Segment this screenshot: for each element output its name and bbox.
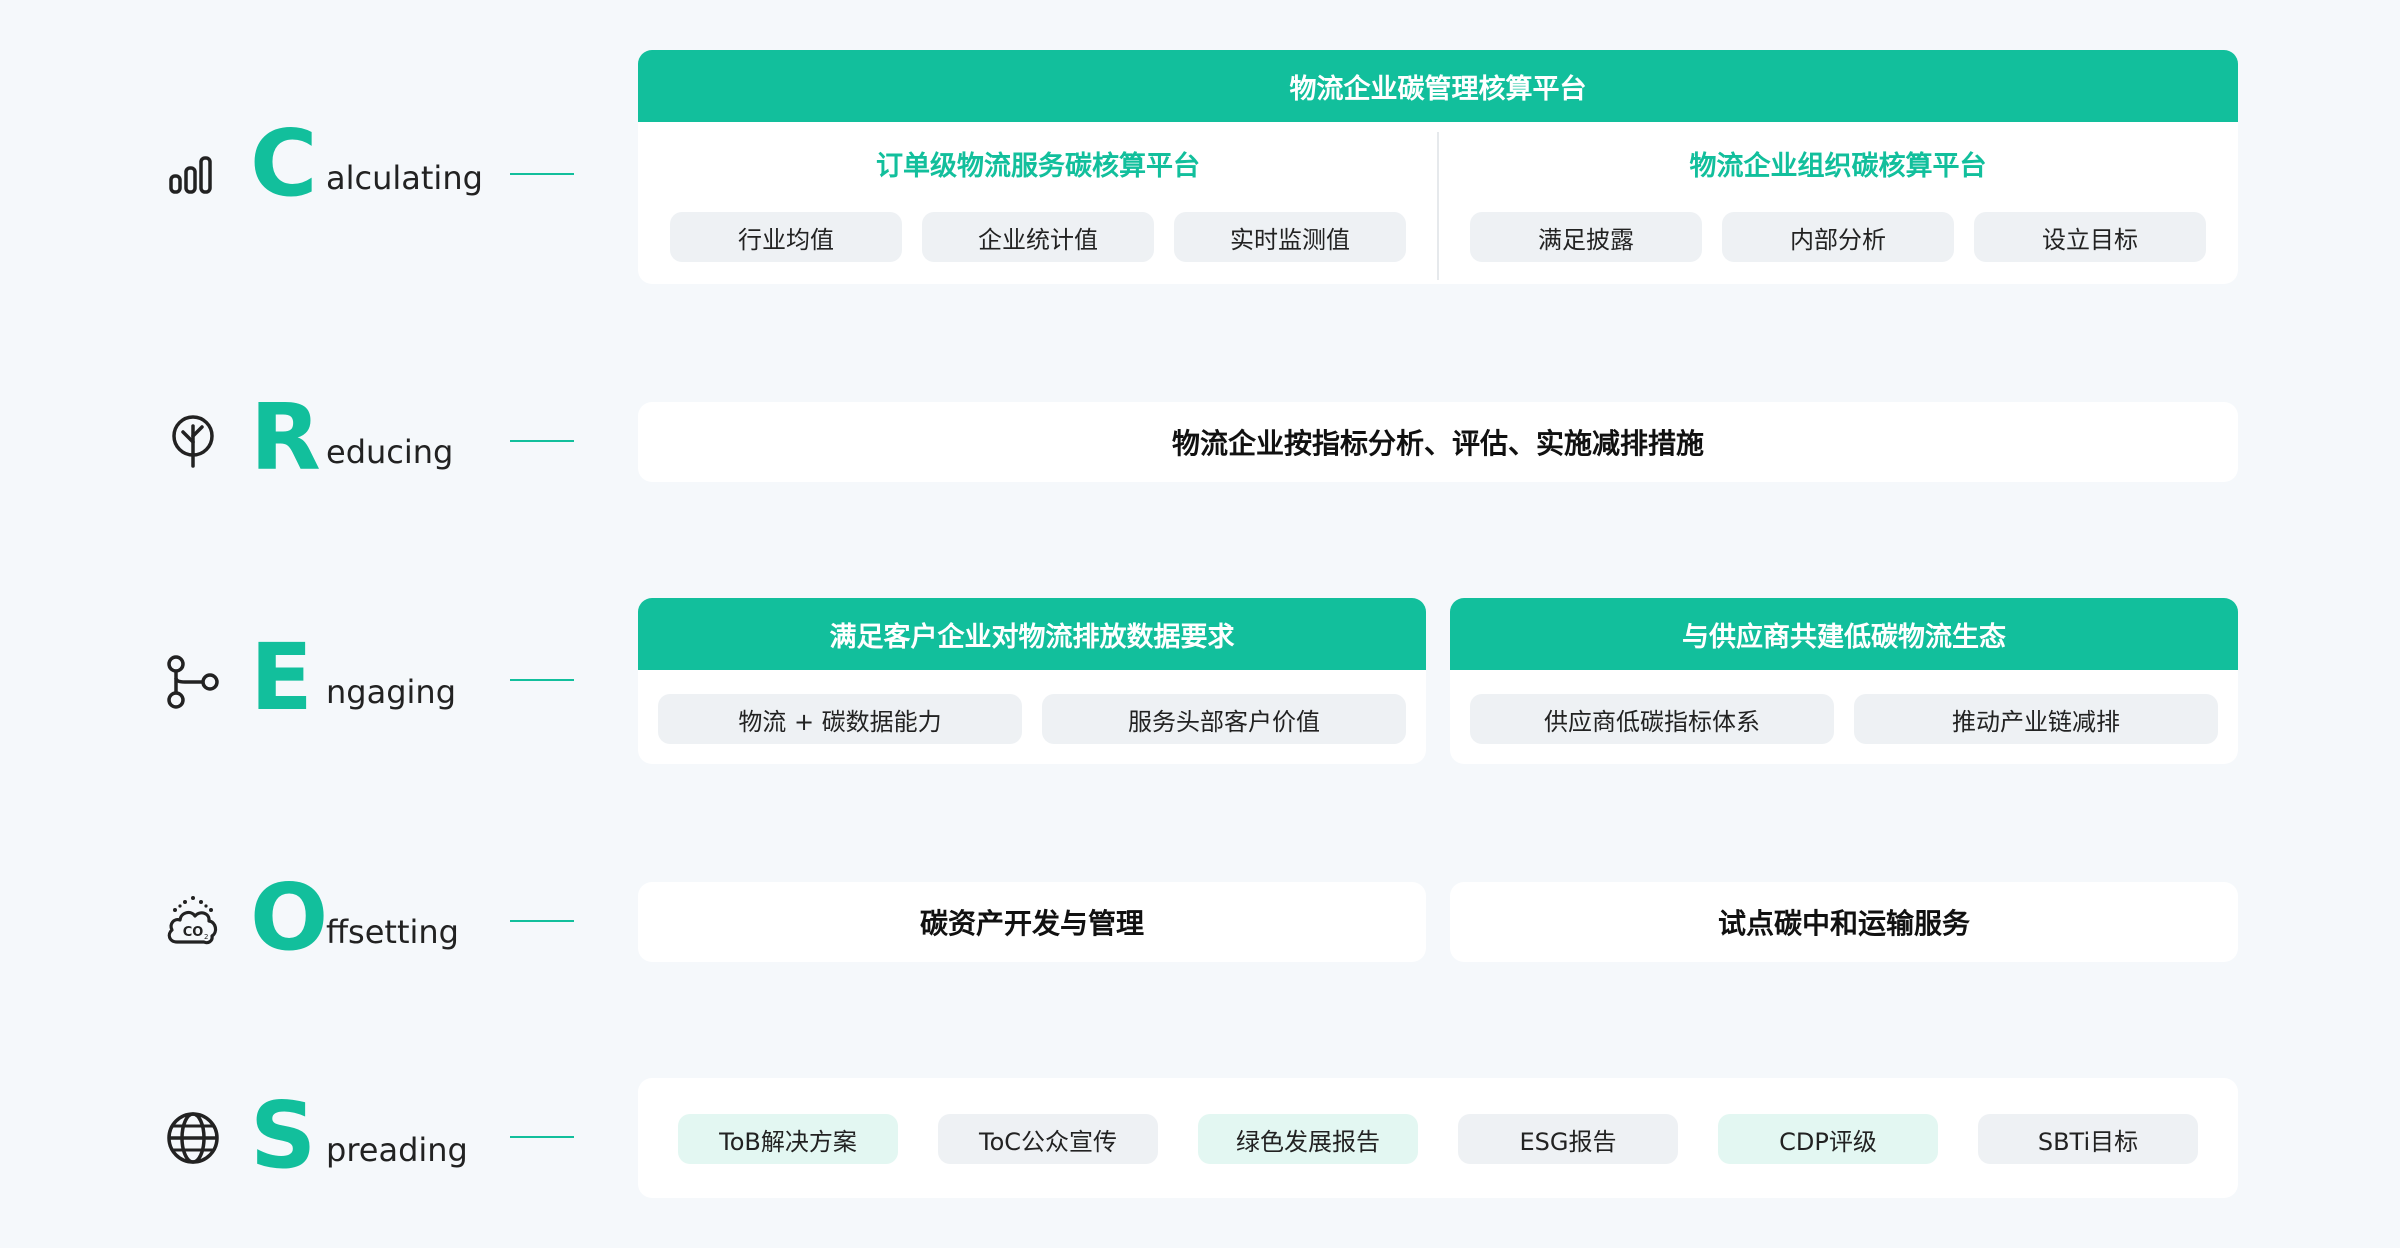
pill-tob-solution: ToB解决方案 (678, 1114, 898, 1164)
offsetting-left-text: 碳资产开发与管理 (919, 907, 1144, 940)
letter-r: R (250, 384, 321, 491)
spreading-panel: ToB解决方案 ToC公众宣传 绿色发展报告 ESG报告 CDP评级 SBTi目… (638, 1078, 2238, 1198)
pill-logistics-carbon-data: 物流 + 碳数据能力 (658, 694, 1022, 744)
letter-c: C (250, 110, 318, 217)
pill-sbti-target: SBTi目标 (1978, 1114, 2198, 1164)
letter-o: O (250, 864, 329, 971)
sub-title-order: 订单级物流服务碳核算平台 (876, 151, 1200, 182)
engaging-panel-right: 与供应商共建低碳物流生态 供应商低碳指标体系 推动产业链减排 (1450, 598, 2238, 764)
globe-icon (165, 1110, 221, 1166)
pill-enterprise-stats: 企业统计值 (922, 212, 1154, 262)
word-spreading: preading (326, 1131, 468, 1169)
connector-line (510, 920, 574, 922)
reducing-panel: 物流企业按指标分析、评估、实施减排措施 (638, 402, 2238, 482)
engaging-panel-left: 满足客户企业对物流排放数据要求 物流 + 碳数据能力 服务头部客户价值 (638, 598, 1426, 764)
offsetting-panel-left: 碳资产开发与管理 (638, 882, 1426, 962)
pill-esg-report: ESG报告 (1458, 1114, 1678, 1164)
pill-cdp-rating: CDP评级 (1718, 1114, 1938, 1164)
letter-s: S (250, 1082, 317, 1189)
connector-line (510, 679, 574, 681)
word-calculating: alculating (326, 159, 483, 197)
connector-line (510, 440, 574, 442)
word-offsetting: ffsetting (326, 913, 459, 951)
pill-disclosure: 满足披露 (1470, 212, 1702, 262)
reducing-text: 物流企业按指标分析、评估、实施减排措施 (1171, 427, 1704, 460)
sub-title-org: 物流企业组织碳核算平台 (1689, 151, 1987, 182)
pill-realtime-monitor: 实时监测值 (1174, 212, 1406, 262)
pill-industry-average: 行业均值 (670, 212, 902, 262)
svg-text:CO: CO (183, 925, 204, 940)
pill-chain-reduction: 推动产业链减排 (1854, 694, 2218, 744)
panel-header: 与供应商共建低碳物流生态 (1450, 598, 2238, 670)
calculating-panel: 物流企业碳管理核算平台 订单级物流服务碳核算平台 行业均值 企业统计值 实时监测… (638, 50, 2238, 284)
connector-line (510, 1136, 574, 1138)
word-reducing: educing (326, 433, 454, 471)
offsetting-panel-right: 试点碳中和运输服务 (1450, 882, 2238, 962)
network-branch-icon (165, 654, 221, 710)
tree-icon (165, 412, 221, 468)
pill-green-report: 绿色发展报告 (1198, 1114, 1418, 1164)
offsetting-right-text: 试点碳中和运输服务 (1717, 907, 1970, 940)
letter-e: E (250, 624, 313, 731)
panel-header: 物流企业碳管理核算平台 (638, 50, 2238, 122)
pill-supplier-index: 供应商低碳指标体系 (1470, 694, 1834, 744)
pill-set-target: 设立目标 (1974, 212, 2206, 262)
word-engaging: ngaging (326, 673, 456, 711)
connector-line (510, 173, 574, 175)
pill-toc-publicity: ToC公众宣传 (938, 1114, 1158, 1164)
pill-client-value: 服务头部客户价值 (1042, 694, 1406, 744)
pill-internal-analysis: 内部分析 (1722, 212, 1954, 262)
svg-text:2: 2 (204, 933, 208, 941)
bar-chart-icon (165, 146, 221, 202)
panel-header: 满足客户企业对物流排放数据要求 (638, 598, 1426, 670)
co2-cloud-icon: CO 2 (163, 892, 223, 952)
